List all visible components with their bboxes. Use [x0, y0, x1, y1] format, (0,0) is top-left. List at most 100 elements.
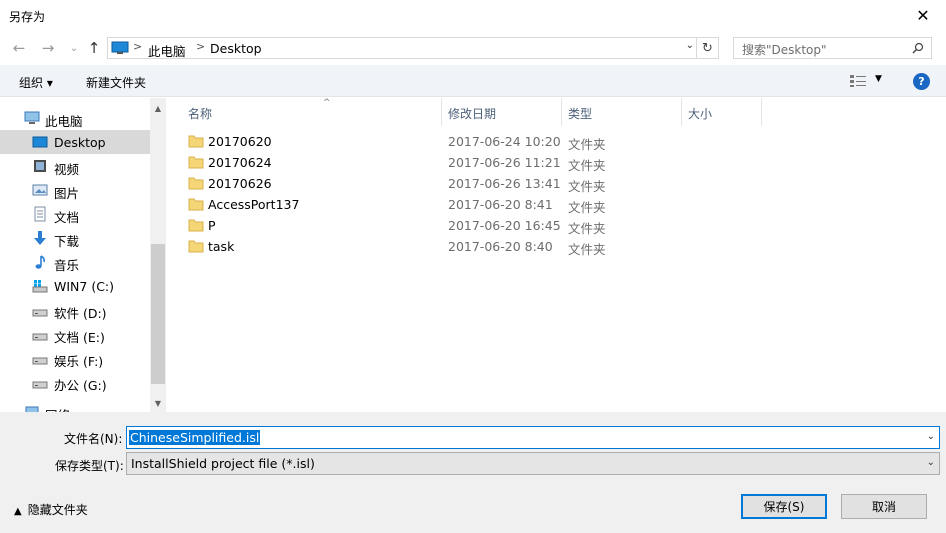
view-options-icon[interactable]	[849, 74, 867, 88]
title-bar: 另存为 ✕	[0, 0, 946, 31]
sidebar-item-downloads[interactable]: 下载	[0, 226, 150, 250]
table-row[interactable]: 20170626 2017-06-26 13:41 文件夹	[182, 173, 622, 194]
up-arrow-icon[interactable]: ↑	[84, 38, 104, 58]
chevron-down-icon[interactable]: ⌄	[927, 457, 935, 468]
close-icon[interactable]: ✕	[900, 0, 946, 31]
sidebar-item-label: 文档	[54, 210, 80, 225]
sidebar-item-drive-d[interactable]: 软件 (D:)	[0, 298, 150, 322]
sort-ascending-icon: ^	[323, 98, 331, 108]
drive-icon	[32, 381, 48, 389]
sidebar-item-label: 此电脑	[45, 114, 83, 129]
sidebar-item-label: 视频	[54, 162, 80, 177]
chevron-down-icon[interactable]: ⌄	[686, 40, 694, 51]
table-row[interactable]: AccessPort137 2017-06-20 8:41 文件夹	[182, 194, 622, 215]
table-row[interactable]: 20170624 2017-06-26 11:21 文件夹	[182, 152, 622, 173]
window-title: 另存为	[9, 10, 46, 24]
computer-icon	[111, 41, 129, 54]
folder-icon	[188, 177, 204, 190]
view-options-dropdown-icon[interactable]: ▼	[875, 74, 882, 84]
download-icon	[34, 231, 46, 245]
sidebar-item-music[interactable]: 音乐	[0, 250, 150, 274]
help-icon[interactable]: ?	[913, 73, 930, 90]
filetype-label: 保存类型(T):	[55, 459, 124, 473]
folder-icon	[188, 219, 204, 232]
breadcrumb-this-pc[interactable]: 此电脑	[148, 41, 186, 60]
navigation-scrollbar[interactable]: ▲ ▼	[150, 98, 166, 412]
chevron-up-icon: ▲	[14, 506, 22, 517]
sidebar-item-label: 音乐	[54, 258, 80, 273]
sidebar-item-this-pc[interactable]: 此电脑	[0, 106, 150, 130]
sidebar-item-pictures[interactable]: 图片	[0, 178, 150, 202]
column-header-type[interactable]: 类型	[562, 98, 682, 126]
column-header-name[interactable]: 名称 ^	[182, 98, 442, 126]
filetype-value: InstallShield project file (*.isl)	[131, 456, 315, 471]
network-icon	[25, 406, 39, 412]
filename-label: 文件名(N):	[64, 432, 123, 446]
drive-icon	[32, 333, 48, 341]
forward-arrow-icon[interactable]: →	[38, 38, 58, 58]
sidebar-item-documents[interactable]: 文档	[0, 202, 150, 226]
table-row[interactable]: P 2017-06-20 16:45 文件夹	[182, 215, 622, 236]
breadcrumb-separator: >	[196, 40, 206, 53]
table-row[interactable]: task 2017-06-20 8:40 文件夹	[182, 236, 622, 257]
desktop-icon	[32, 136, 48, 148]
documents-icon	[34, 206, 46, 222]
sidebar-item-label: Desktop	[54, 135, 106, 150]
sidebar-item-drive-g[interactable]: 办公 (G:)	[0, 370, 150, 394]
drive-icon	[32, 357, 48, 365]
search-icon	[912, 42, 924, 54]
breadcrumb-desktop[interactable]: Desktop	[210, 41, 262, 56]
sidebar-item-label: WIN7 (C:)	[54, 279, 115, 294]
column-header-size[interactable]: 大小	[682, 98, 762, 126]
drive-icon	[32, 309, 48, 317]
file-list: 名称 ^ 修改日期 类型 大小 20170620 2017-06-24 10:2…	[166, 98, 946, 412]
search-input[interactable]: 搜索"Desktop"	[733, 37, 932, 59]
command-bar: 组织 ▾ 新建文件夹 ▼ ?	[0, 65, 946, 97]
sidebar-item-label: 办公 (G:)	[54, 378, 107, 393]
sidebar-item-label: 文档 (E:)	[54, 330, 105, 345]
video-icon	[34, 160, 46, 172]
chevron-down-icon[interactable]: ⌄	[927, 431, 935, 442]
save-options-panel: 文件名(N): ChineseSimplified.isl ⌄ 保存类型(T):…	[0, 412, 946, 533]
save-button[interactable]: 保存(S)	[741, 494, 827, 519]
scrollbar-thumb[interactable]	[151, 244, 165, 384]
address-bar[interactable]: > 此电脑 > Desktop ⌄	[107, 37, 697, 59]
navigation-pane: 此电脑 Desktop 视频 图片 文档 下载 音乐 WIN7 (C:) 软件 …	[0, 98, 150, 412]
sidebar-item-label: 图片	[54, 186, 80, 201]
filetype-select[interactable]: InstallShield project file (*.isl) ⌄	[126, 452, 940, 475]
sidebar-item-drive-e[interactable]: 文档 (E:)	[0, 322, 150, 346]
sidebar-item-label: 下载	[54, 234, 80, 249]
navigation-bar: ← → ⌄ ↑ > 此电脑 > Desktop ⌄ ↻ 搜索"Desktop"	[0, 31, 946, 65]
sidebar-item-desktop[interactable]: Desktop	[0, 130, 150, 154]
folder-icon	[188, 240, 204, 253]
computer-icon	[24, 111, 40, 124]
folder-icon	[188, 135, 204, 148]
sidebar-item-label: 软件 (D:)	[54, 306, 107, 321]
search-placeholder: 搜索"Desktop"	[742, 43, 827, 57]
folder-icon	[188, 156, 204, 169]
column-header-modified[interactable]: 修改日期	[442, 98, 562, 126]
system-drive-icon	[32, 280, 48, 293]
music-icon	[35, 255, 45, 269]
scroll-up-icon[interactable]: ▲	[150, 100, 166, 116]
hide-folders-button[interactable]: ▲ 隐藏文件夹	[14, 501, 88, 518]
sidebar-item-label: 娱乐 (F:)	[54, 354, 104, 369]
pictures-icon	[32, 184, 48, 196]
folder-icon	[188, 198, 204, 211]
sidebar-item-label: 网络	[45, 405, 70, 412]
sidebar-item-videos[interactable]: 视频	[0, 154, 150, 178]
sidebar-item-network[interactable]: 网络	[0, 400, 150, 412]
new-folder-button[interactable]: 新建文件夹	[86, 74, 146, 91]
recent-locations-icon[interactable]: ⌄	[64, 38, 84, 58]
hide-folders-label: 隐藏文件夹	[27, 503, 88, 517]
refresh-icon[interactable]: ↻	[697, 37, 719, 59]
scroll-down-icon[interactable]: ▼	[150, 395, 166, 411]
table-row[interactable]: 20170620 2017-06-24 10:20 文件夹	[182, 131, 622, 152]
back-arrow-icon[interactable]: ←	[9, 38, 29, 58]
sidebar-item-drive-f[interactable]: 娱乐 (F:)	[0, 346, 150, 370]
sidebar-item-drive-c[interactable]: WIN7 (C:)	[0, 274, 150, 298]
cancel-button[interactable]: 取消	[841, 494, 927, 519]
filename-field[interactable]: ChineseSimplified.isl ⌄	[126, 426, 940, 449]
organize-button[interactable]: 组织 ▾	[19, 74, 53, 91]
filename-value[interactable]: ChineseSimplified.isl	[129, 430, 261, 445]
